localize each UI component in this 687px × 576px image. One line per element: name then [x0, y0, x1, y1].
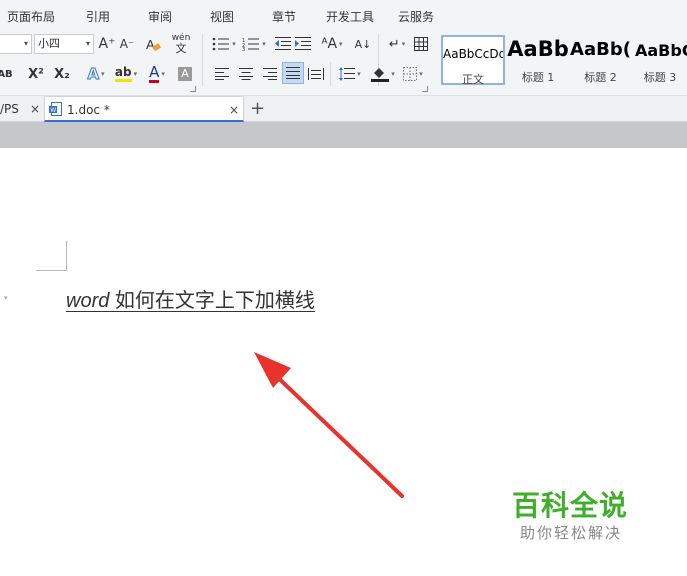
font-color-button[interactable]: A ▾ — [142, 64, 172, 84]
align-right-icon — [263, 68, 277, 80]
margin-corner-mark — [36, 270, 67, 271]
paragraph-dialog-launcher[interactable] — [422, 86, 428, 92]
divider — [330, 62, 331, 86]
paragraph-shading-button[interactable]: ▾ — [368, 64, 398, 84]
character-shading-button[interactable]: A — [176, 64, 194, 84]
decrease-indent-button[interactable] — [274, 34, 292, 54]
workspace-background — [0, 122, 687, 148]
align-left-icon — [215, 68, 229, 80]
align-center-button[interactable] — [236, 64, 256, 84]
svg-text:A: A — [146, 37, 155, 52]
table-button[interactable] — [412, 34, 430, 54]
bullet-list-button[interactable]: ▾ — [210, 34, 238, 54]
styles-gallery: AaBbCcDd 正文 AaBb 标题 1 AaBb( 标题 2 AaBbC 标… — [438, 32, 687, 86]
clear-format-button[interactable]: A — [144, 34, 162, 54]
font-size-value: 小四 — [38, 37, 60, 50]
align-left-button[interactable] — [212, 64, 232, 84]
tab-document[interactable]: W 1.doc * × — [44, 96, 244, 122]
increase-font-button[interactable]: A⁺ — [98, 34, 116, 54]
justify-button[interactable] — [282, 62, 304, 84]
divider — [202, 34, 203, 86]
subscript-button[interactable]: X₂ — [52, 64, 72, 84]
word-document-icon: W — [49, 102, 62, 116]
shading-icon: A — [178, 67, 192, 81]
tab-wps-label: /PS — [0, 102, 19, 116]
menu-section[interactable]: 章节 — [272, 8, 296, 25]
indent-icon — [295, 37, 311, 50]
menu-view[interactable]: 视图 — [210, 8, 234, 25]
eraser-icon: A — [146, 37, 161, 52]
chevron-down-icon: ▾ — [85, 39, 90, 48]
distribute-icon — [308, 68, 324, 80]
watermark: 百科全说 助你轻松解决 — [508, 484, 668, 550]
style-heading-1[interactable]: AaBb 标题 1 — [507, 35, 569, 85]
bullet-list-icon — [212, 37, 230, 51]
menu-developer[interactable]: 开发工具 — [326, 8, 374, 25]
menu-references[interactable]: 引用 — [86, 8, 110, 25]
sort-button[interactable]: A↓ — [352, 34, 374, 54]
paragraph-collapse-icon[interactable]: ▾ — [4, 294, 8, 302]
change-case-button[interactable]: ᴬA ▾ — [318, 34, 346, 54]
close-icon[interactable]: × — [229, 97, 239, 123]
menu-page-layout[interactable]: 页面布局 — [7, 8, 55, 25]
paragraph-mark-icon: ↵ — [388, 36, 400, 52]
highlighter-icon: ab — [114, 66, 132, 82]
align-justify-icon — [286, 67, 300, 79]
font-size-combo[interactable]: 小四 ▾ — [34, 34, 94, 54]
distribute-button[interactable] — [306, 64, 326, 84]
tab-wps-home[interactable]: /PS × — [0, 96, 44, 122]
case-icon: ᴬA — [321, 36, 338, 52]
document-tab-bar: /PS × W 1.doc * × + — [0, 96, 687, 122]
watermark-title: 百科全说 — [512, 489, 629, 522]
paint-bucket-icon — [371, 68, 390, 82]
svg-text:W: W — [50, 107, 56, 114]
text-effect-icon: A — [87, 65, 100, 84]
text-effect-button[interactable]: A ▾ — [82, 64, 110, 84]
borders-button[interactable]: ▾ — [400, 64, 426, 84]
align-right-button[interactable] — [260, 64, 280, 84]
plus-icon: + — [250, 98, 266, 119]
line-spacing-button[interactable]: ▾ — [336, 64, 364, 84]
margin-corner-mark — [66, 241, 67, 271]
numbered-list-button[interactable]: 1 2 3 ▾ — [240, 34, 268, 54]
phonetic-guide-button[interactable]: wén 文 — [168, 32, 194, 56]
numbered-list-icon: 123 — [242, 38, 260, 51]
font-name-combo[interactable]: ▾ — [0, 34, 32, 54]
font-color-icon: A — [149, 63, 160, 83]
table-grid-icon — [414, 37, 428, 51]
menu-cloud[interactable]: 云服务 — [398, 8, 434, 25]
menu-bar: 页面布局 引用 审阅 视图 章节 开发工具 云服务 — [0, 0, 687, 30]
document-text-line[interactable]: word 如何在文字上下加横线 — [66, 284, 315, 313]
svg-text:3: 3 — [242, 47, 245, 51]
document-text-en: word — [66, 290, 110, 312]
style-normal[interactable]: AaBbCcDd 正文 — [441, 35, 505, 86]
outdent-icon — [275, 37, 291, 50]
style-heading-2[interactable]: AaBb( 标题 2 — [569, 35, 632, 85]
document-text-cn: 如何在文字上下加横线 — [109, 290, 315, 312]
line-spacing-icon — [339, 67, 356, 81]
align-center-icon — [239, 68, 253, 80]
border-icon — [403, 67, 418, 81]
watermark-subtitle: 助你轻松解决 — [520, 524, 623, 542]
close-icon[interactable]: × — [30, 96, 40, 122]
style-heading-3[interactable]: AaBbC 标题 3 — [633, 35, 687, 85]
superscript-button[interactable]: X² — [26, 64, 46, 84]
sort-icon: A↓ — [354, 37, 372, 51]
highlight-button[interactable]: ab ▾ — [112, 64, 140, 84]
increase-indent-button[interactable] — [294, 34, 312, 54]
decrease-font-button[interactable]: A⁻ — [118, 34, 136, 54]
menu-review[interactable]: 审阅 — [148, 8, 172, 25]
paragraph-mark-button[interactable]: ↵ ▾ — [384, 34, 410, 54]
new-tab-button[interactable]: + — [250, 96, 266, 122]
ribbon: ▾ 小四 ▾ A⁺ A⁻ A wén 文 ▾ 1 2 3 ▾ ᴬA ▾ A↓ ↵ ▾ AB… — [0, 30, 687, 96]
tab-document-label: 1.doc * — [67, 103, 110, 117]
strikethrough-button[interactable]: AB — [0, 64, 14, 84]
font-dialog-launcher[interactable] — [190, 86, 196, 92]
